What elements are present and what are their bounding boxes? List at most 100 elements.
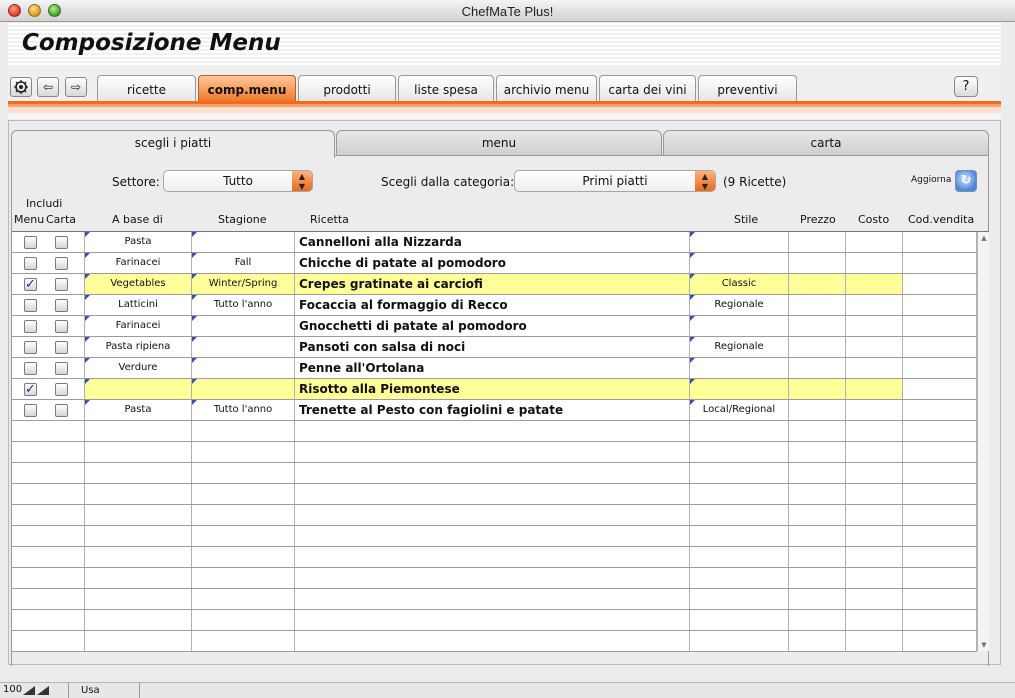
scroll-down-icon[interactable]: ▼ [979, 640, 989, 650]
table-row[interactable]: Pasta ripiena Pansoti con salsa di noci Re… [12, 337, 977, 358]
include-menu-checkbox[interactable] [24, 362, 37, 375]
aggiorna-label: Aggiorna [911, 175, 952, 185]
popup-pointer-icon[interactable] [690, 316, 695, 321]
include-carta-checkbox[interactable] [55, 299, 68, 312]
popup-pointer-icon[interactable] [192, 316, 197, 321]
subtab-carta[interactable]: carta [663, 130, 989, 156]
popup-pointer-icon[interactable] [690, 379, 695, 384]
scroll-up-icon[interactable]: ▲ [979, 233, 989, 243]
popup-pointer-icon[interactable] [85, 337, 90, 342]
cell-cod-vendita [903, 400, 977, 420]
cell-costo [846, 526, 903, 546]
home-gear-icon[interactable] [10, 77, 32, 97]
cell-ricetta: Risotto alla Piemontese [295, 379, 690, 399]
popup-pointer-icon[interactable] [85, 232, 90, 237]
popup-pointer-icon[interactable] [85, 253, 90, 258]
table-row[interactable]: Verdure Penne all'Ortolana [12, 358, 977, 379]
zoom-in-icon[interactable] [37, 686, 49, 695]
back-arrow-icon[interactable]: ⇦ [37, 77, 59, 97]
popup-pointer-icon[interactable] [690, 337, 695, 342]
help-button[interactable]: ? [954, 76, 978, 97]
popup-pointer-icon[interactable] [690, 400, 695, 405]
include-menu-checkbox[interactable] [24, 257, 37, 270]
zoom-out-icon[interactable] [23, 686, 35, 695]
popup-pointer-icon[interactable] [690, 358, 695, 363]
popup-pointer-icon[interactable] [690, 295, 695, 300]
cell-prezzo [789, 484, 846, 504]
include-carta-checkbox[interactable] [55, 236, 68, 249]
popup-pointer-icon[interactable] [192, 400, 197, 405]
include-menu-checkbox[interactable] [24, 404, 37, 417]
popup-pointer-icon[interactable] [192, 379, 197, 384]
forward-arrow-icon[interactable]: ⇨ [65, 77, 87, 97]
include-menu-checkbox[interactable]: ✓ [24, 383, 37, 396]
cell-ricetta-text: Gnocchetti di patate al pomodoro [299, 319, 527, 333]
table-scrollbar[interactable]: ▲ ▼ [977, 231, 989, 651]
popup-pointer-icon[interactable] [85, 295, 90, 300]
popup-pointer-icon[interactable] [192, 358, 197, 363]
popup-pointer-icon[interactable] [192, 274, 197, 279]
popup-pointer-icon[interactable] [690, 253, 695, 258]
table-row[interactable]: Latticini Tutto l'anno Focaccia al formagg… [12, 295, 977, 316]
categoria-select[interactable]: Primi piatti ▲ ▼ [514, 170, 716, 192]
include-menu-checkbox[interactable] [24, 236, 37, 249]
cell-costo [846, 379, 903, 399]
table-row [12, 568, 977, 589]
tab-comp-menu[interactable]: comp.menu [198, 75, 296, 101]
include-menu-checkbox[interactable] [24, 299, 37, 312]
col-includi: Includi [26, 197, 63, 210]
cell-prezzo [789, 253, 846, 273]
table-row[interactable]: Pasta Tutto l'anno Trenette al Pesto con f… [12, 400, 977, 421]
cell-a-base-di-text: Pasta [124, 236, 152, 247]
toolbar-accent-band [8, 101, 1001, 119]
cell-prezzo [789, 505, 846, 525]
include-carta-checkbox[interactable] [55, 383, 68, 396]
table-row[interactable]: ✓ Vegetables Winter/Spring Crepes gratinate… [12, 274, 977, 295]
cell-ricetta [295, 505, 690, 525]
refresh-icon[interactable]: ↻ [955, 170, 977, 192]
popup-pointer-icon[interactable] [85, 274, 90, 279]
main-toolbar: ⇦ ⇨ ricette comp.menu prodotti liste spe… [8, 65, 1001, 103]
tab-prodotti[interactable]: prodotti [298, 75, 396, 101]
popup-pointer-icon[interactable] [85, 400, 90, 405]
popup-pointer-icon[interactable] [85, 316, 90, 321]
settore-select[interactable]: Tutto ▲ ▼ [163, 170, 313, 192]
popup-pointer-icon[interactable] [85, 379, 90, 384]
include-carta-checkbox[interactable] [55, 320, 68, 333]
include-carta-checkbox[interactable] [55, 341, 68, 354]
cell-prezzo [789, 568, 846, 588]
cell-stile [690, 484, 789, 504]
table-row[interactable]: Pasta Cannelloni alla Nizzarda [12, 232, 977, 253]
popup-pointer-icon[interactable] [690, 274, 695, 279]
cell-cod-vendita [903, 316, 977, 336]
include-menu-checkbox[interactable] [24, 341, 37, 354]
include-menu-checkbox[interactable] [24, 320, 37, 333]
subtab-menu[interactable]: menu [336, 130, 662, 156]
popup-pointer-icon[interactable] [192, 337, 197, 342]
popup-pointer-icon[interactable] [192, 232, 197, 237]
cell-includi [12, 379, 85, 399]
include-menu-checkbox[interactable]: ✓ [24, 278, 37, 291]
include-carta-checkbox[interactable] [55, 257, 68, 270]
tab-archivio-menu[interactable]: archivio menu [496, 75, 597, 101]
cell-prezzo [789, 358, 846, 378]
popup-pointer-icon[interactable] [192, 295, 197, 300]
cell-stagione [192, 463, 295, 483]
tab-ricette[interactable]: ricette [97, 75, 196, 101]
popup-pointer-icon[interactable] [85, 358, 90, 363]
include-carta-checkbox[interactable] [55, 278, 68, 291]
tab-carta-dei-vini[interactable]: carta dei vini [599, 75, 696, 101]
cell-cod-vendita [903, 568, 977, 588]
cell-includi [12, 421, 85, 441]
table-row[interactable]: ✓ Risotto alla Piemontese [12, 379, 977, 400]
tab-liste-spesa[interactable]: liste spesa [398, 75, 494, 101]
popup-pointer-icon[interactable] [192, 253, 197, 258]
include-carta-checkbox[interactable] [55, 404, 68, 417]
table-row[interactable]: Farinacei Gnocchetti di patate al pomodor… [12, 316, 977, 337]
subtab-scegli-piatti[interactable]: scegli i piatti [11, 130, 335, 158]
cell-stagione-text: Tutto l'anno [213, 299, 273, 310]
include-carta-checkbox[interactable] [55, 362, 68, 375]
tab-preventivi[interactable]: preventivi [698, 75, 797, 101]
popup-pointer-icon[interactable] [690, 232, 695, 237]
table-row[interactable]: Farinacei Fall Chicche di patate al pomodo… [12, 253, 977, 274]
